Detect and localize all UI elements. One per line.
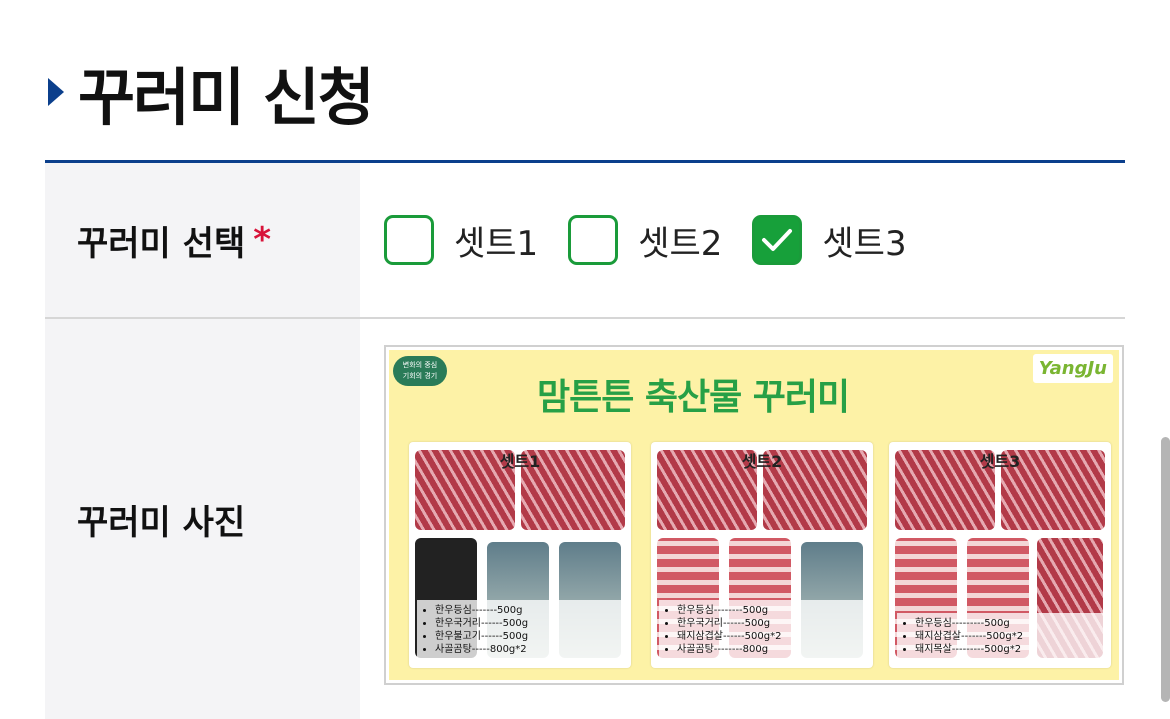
set1-spec: 한우등심-------500g — [435, 604, 617, 617]
set3-checkbox[interactable] — [752, 215, 803, 265]
required-mark: * — [253, 220, 272, 260]
page-scrollbar[interactable] — [1161, 437, 1170, 702]
set2-spec: 사골곰탕--------800g — [677, 643, 859, 656]
package-photo-row: 꾸러미 사진 변화의 중심 기회의 경기 맘튼튼 축산물 꾸러미 YangJu 셋… — [45, 319, 1125, 719]
package-photo-label-text: 꾸러미 사진 — [77, 502, 246, 543]
set3-card: 셋트3 한우등심---------500g 돼지삼겹살-------500g*2… — [889, 442, 1111, 668]
banner-heading: 맘튼튼 축산물 꾸러미 — [537, 377, 850, 418]
set1-specs: 한우등심-------500g 한우국거리------500g 한우불고기---… — [417, 600, 623, 660]
yangju-logo: YangJu — [1032, 354, 1113, 383]
title-arrow-icon — [48, 78, 64, 106]
package-options: 셋트1 셋트2 셋트3 — [360, 163, 1125, 317]
package-banner-image: 변화의 중심기회의 경기 맘튼튼 축산물 꾸러미 YangJu 셋트1 한우등심… — [389, 350, 1119, 680]
package-select-row: 꾸러미 선택 * 셋트1 셋트2 셋트3 — [45, 163, 1125, 319]
set1-checkbox[interactable] — [384, 215, 434, 265]
set3-spec: 한우등심---------500g — [915, 617, 1097, 630]
set1-label[interactable]: 셋트1 — [454, 216, 538, 265]
option-set3[interactable]: 셋트3 — [752, 215, 907, 265]
option-set1[interactable]: 셋트1 — [384, 215, 538, 265]
package-select-label: 꾸러미 선택 * — [45, 163, 360, 317]
set1-card: 셋트1 한우등심-------500g 한우국거리------500g 한우불고… — [409, 442, 631, 668]
option-set2[interactable]: 셋트2 — [568, 215, 722, 265]
package-photo-cell: 변화의 중심기회의 경기 맘튼튼 축산물 꾸러미 YangJu 셋트1 한우등심… — [360, 319, 1125, 719]
set2-spec: 한우등심--------500g — [677, 604, 859, 617]
set2-spec: 돼지삼겹살------500g*2 — [677, 630, 859, 643]
set1-spec: 한우불고기------500g — [435, 630, 617, 643]
set3-spec: 돼지삼겹살-------500g*2 — [915, 630, 1097, 643]
set2-card: 셋트2 한우등심--------500g 한우국거리------500g 돼지삼… — [651, 442, 873, 668]
set3-label[interactable]: 셋트3 — [822, 216, 906, 265]
checkmark-icon — [762, 229, 793, 251]
package-select-label-text: 꾸러미 선택 — [77, 223, 246, 264]
set3-spec: 돼지목살---------500g*2 — [915, 643, 1097, 656]
set2-label[interactable]: 셋트2 — [638, 216, 722, 265]
package-photo-label: 꾸러미 사진 — [45, 319, 360, 719]
set3-title: 셋트3 — [979, 452, 1021, 471]
package-photo-frame: 변화의 중심기회의 경기 맘튼튼 축산물 꾸러미 YangJu 셋트1 한우등심… — [384, 345, 1124, 685]
set2-spec: 한우국거리------500g — [677, 617, 859, 630]
set2-specs: 한우등심--------500g 한우국거리------500g 돼지삼겹살--… — [659, 600, 865, 660]
page-title: 꾸러미 신청 — [48, 52, 375, 134]
set2-title: 셋트2 — [741, 452, 783, 471]
set1-spec: 한우국거리------500g — [435, 617, 617, 630]
page-title-text: 꾸러미 신청 — [78, 61, 375, 134]
set1-spec: 사골곰탕-----800g*2 — [435, 643, 617, 656]
set1-title: 셋트1 — [499, 452, 541, 471]
set2-checkbox[interactable] — [568, 215, 619, 265]
gyeonggi-logo: 변화의 중심 기회의 경기 — [393, 356, 447, 386]
application-form: 꾸러미 선택 * 셋트1 셋트2 셋트3 꾸러미 사진 변화의 중심 기회의 경… — [45, 160, 1125, 719]
set3-specs: 한우등심---------500g 돼지삼겹살-------500g*2 돼지목… — [897, 613, 1103, 660]
